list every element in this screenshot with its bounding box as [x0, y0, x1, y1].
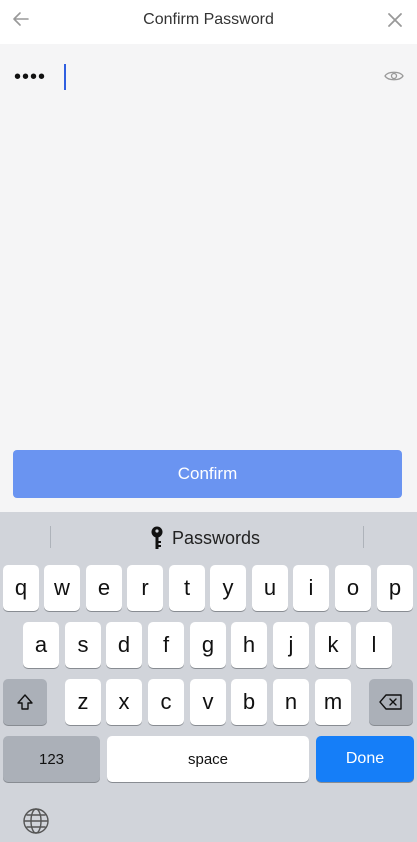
suggestion-divider: [50, 526, 51, 548]
numbers-key[interactable]: 123: [3, 736, 100, 782]
password-masked-value: ••••: [14, 66, 47, 88]
backspace-key[interactable]: [369, 679, 413, 725]
key-b[interactable]: b: [231, 679, 267, 725]
key-c[interactable]: c: [148, 679, 184, 725]
key-s[interactable]: s: [65, 622, 101, 668]
key-m[interactable]: m: [315, 679, 351, 725]
key-g[interactable]: g: [190, 622, 226, 668]
passwords-suggestion[interactable]: Passwords: [150, 526, 260, 550]
key-i[interactable]: i: [293, 565, 329, 611]
key-u[interactable]: u: [252, 565, 288, 611]
password-field[interactable]: ••••: [0, 44, 417, 444]
key-p[interactable]: p: [377, 565, 413, 611]
show-password-eye-icon[interactable]: [384, 68, 404, 84]
shift-icon: [17, 694, 33, 710]
key-e[interactable]: e: [86, 565, 122, 611]
key-l[interactable]: l: [356, 622, 392, 668]
key-j[interactable]: j: [273, 622, 309, 668]
key-x[interactable]: x: [106, 679, 142, 725]
key-y[interactable]: y: [210, 565, 246, 611]
header-bar: Confirm Password: [0, 0, 417, 44]
key-n[interactable]: n: [273, 679, 309, 725]
space-key[interactable]: space: [107, 736, 309, 782]
key-q[interactable]: q: [3, 565, 39, 611]
key-d[interactable]: d: [106, 622, 142, 668]
key-k[interactable]: k: [315, 622, 351, 668]
passwords-suggestion-label: Passwords: [172, 527, 261, 548]
backspace-icon: [379, 694, 402, 710]
text-caret: [64, 64, 66, 90]
key-w[interactable]: w: [44, 565, 80, 611]
suggestion-divider: [363, 526, 364, 548]
confirm-button[interactable]: Confirm: [13, 450, 402, 498]
close-icon[interactable]: [385, 10, 405, 30]
key-t[interactable]: t: [169, 565, 205, 611]
keyboard-suggestion-bar: Passwords: [0, 512, 417, 560]
on-screen-keyboard: Passwords q w e r t y u i o p a s d f g …: [0, 512, 417, 842]
page-title: Confirm Password: [143, 11, 274, 28]
key-o[interactable]: o: [335, 565, 371, 611]
key-z[interactable]: z: [65, 679, 101, 725]
globe-icon[interactable]: [22, 807, 50, 835]
key-icon: [151, 526, 163, 549]
key-r[interactable]: r: [127, 565, 163, 611]
key-a[interactable]: a: [23, 622, 59, 668]
done-key[interactable]: Done: [316, 736, 414, 782]
key-f[interactable]: f: [148, 622, 184, 668]
key-h[interactable]: h: [231, 622, 267, 668]
shift-key[interactable]: [3, 679, 47, 725]
key-v[interactable]: v: [190, 679, 226, 725]
